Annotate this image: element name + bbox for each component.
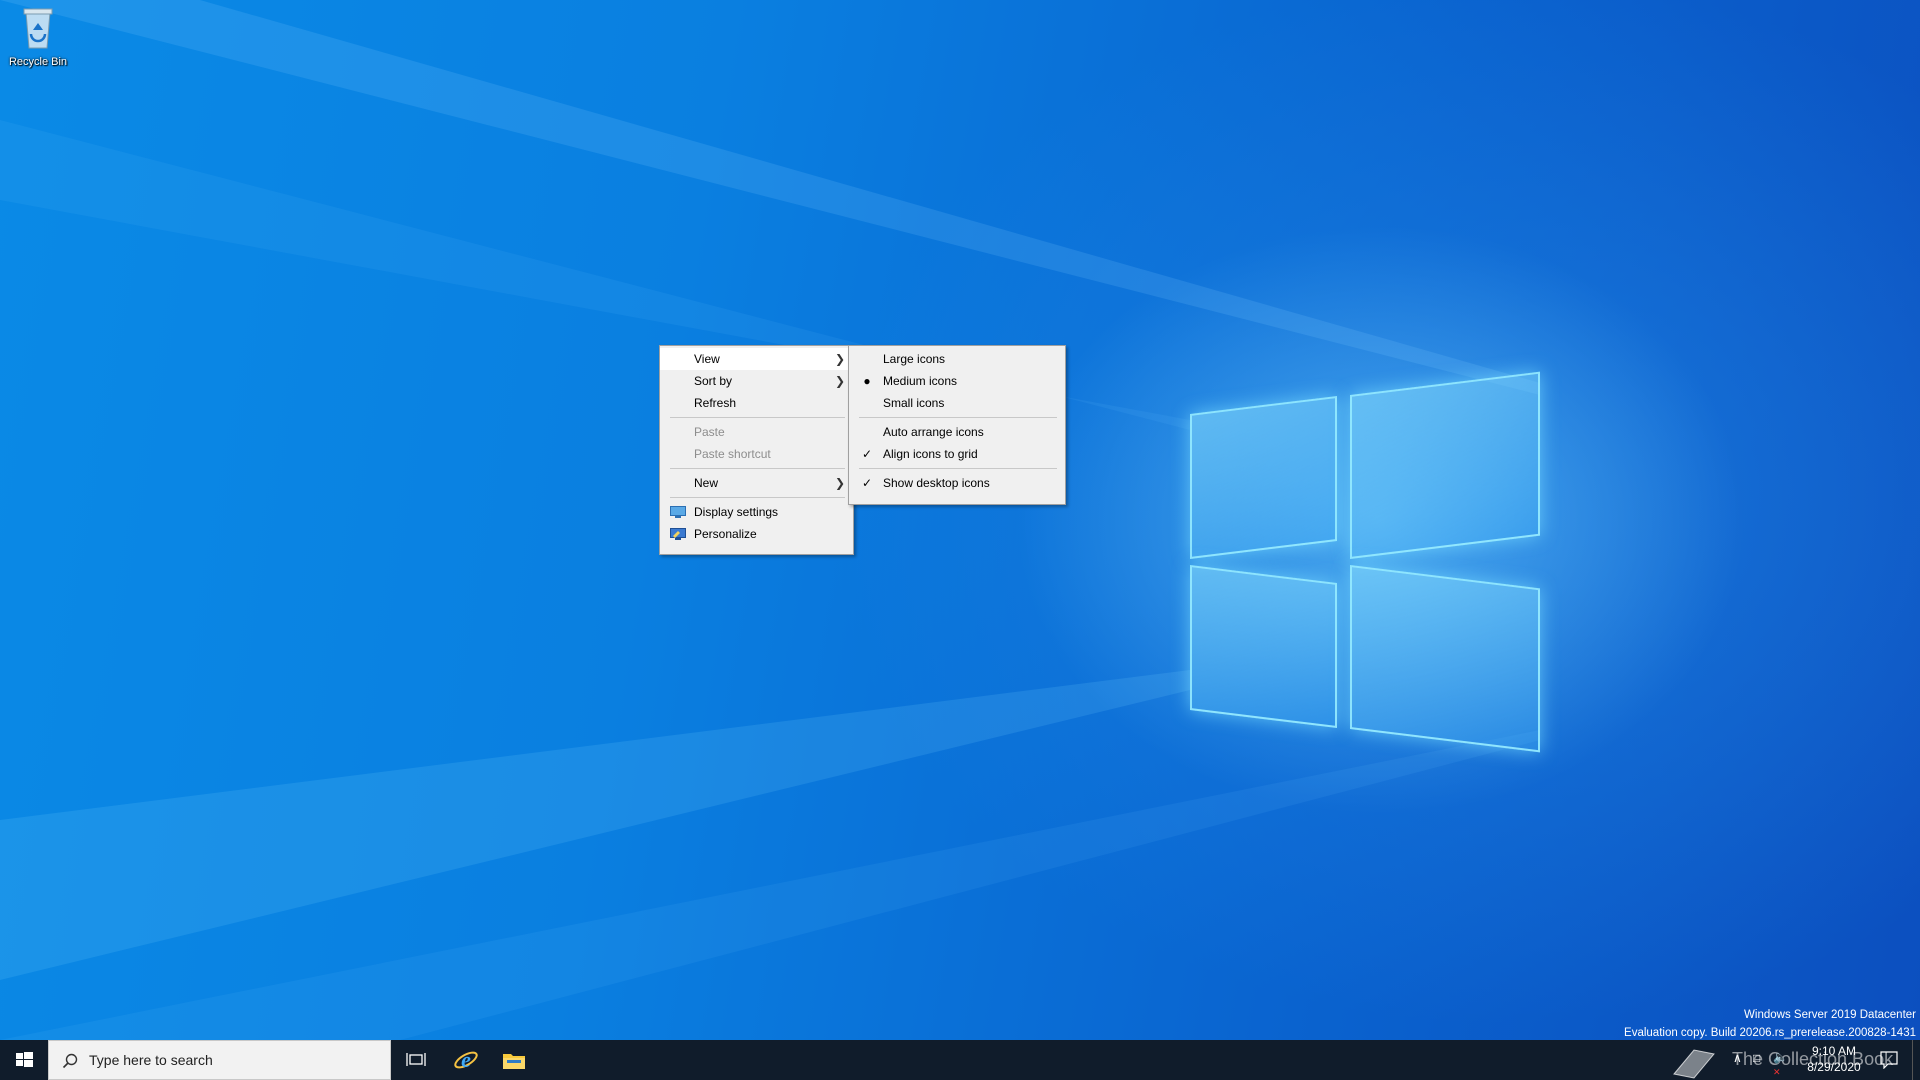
network-icon[interactable]: □ [1753,1051,1760,1065]
build-line: Evaluation copy. Build 20206.rs_prerelea… [1624,1027,1916,1039]
menu-item-label: Auto arrange icons [883,425,984,439]
book-icon [1673,1049,1715,1079]
menu-separator [670,417,845,418]
menu-separator [859,468,1057,469]
menu-item-label: Large icons [883,352,946,366]
edition-line: Windows Server 2019 Datacenter [1744,1009,1916,1021]
start-button[interactable] [0,1040,48,1080]
clock-date: 8/29/2020 [1807,1060,1861,1074]
svg-text:e: e [461,1047,471,1072]
menu-item-label: New [694,476,719,490]
recycle-bin-desktop-icon[interactable]: Recycle Bin [4,6,72,68]
clock-time: 9:10 AM [1811,1044,1857,1058]
menu-item-label: Medium icons [883,374,958,388]
search-placeholder: Type here to search [89,1052,213,1068]
edition-watermark: Windows Server 2019 Datacenter Evaluatio… [1624,1006,1916,1040]
desktop-wallpaper[interactable]: Recycle Bin View ❯ Sort by ❯ Refresh Pas… [0,0,1920,1040]
search-icon [62,1053,78,1069]
taskbar-clock[interactable]: 9:10 AM 8/29/2020 [1784,1043,1884,1075]
wallpaper-light-beams [0,0,1540,1040]
show-desktop-button[interactable] [1912,1040,1920,1080]
recycle-bin-icon [23,8,53,49]
file-explorer-icon [503,1054,525,1069]
chevron-right-icon: ❯ [834,374,845,388]
menu-item-auto-arrange-icons[interactable]: Auto arrange icons [849,421,1065,443]
menu-item-label: Paste shortcut [694,447,771,461]
menu-item-personalize[interactable]: Personalize [660,523,853,545]
menu-item-medium-icons[interactable]: ● Medium icons [849,370,1065,392]
internet-explorer-icon: e [454,1047,478,1072]
taskbar-search-box[interactable]: Type here to search [48,1040,391,1080]
checkmark-icon: ✓ [861,447,873,461]
chevron-right-icon: ❯ [834,352,845,366]
chevron-up-icon[interactable]: ∧ [1733,1051,1742,1065]
menu-item-show-desktop-icons[interactable]: ✓ Show desktop icons [849,472,1065,494]
menu-item-label: Display settings [694,505,779,519]
menu-item-display-settings[interactable]: Display settings [660,501,853,523]
menu-separator [670,497,845,498]
menu-item-align-icons-to-grid[interactable]: ✓ Align icons to grid [849,443,1065,465]
chevron-right-icon: ❯ [834,476,845,490]
menu-separator [670,468,845,469]
action-center-button[interactable] [1874,1040,1904,1080]
menu-item-label: Align icons to grid [883,447,978,461]
menu-item-large-icons[interactable]: Large icons [849,348,1065,370]
internet-explorer-button[interactable]: e [442,1040,490,1080]
menu-item-label: Personalize [694,527,757,541]
desktop-context-menu: View ❯ Sort by ❯ Refresh Paste Paste sho… [659,345,854,555]
menu-item-paste-shortcut[interactable]: Paste shortcut [660,443,853,465]
bullet-icon: ● [863,374,871,388]
display-settings-icon [670,506,686,518]
menu-item-label: Refresh [694,396,737,410]
windows-logo [1190,371,1540,753]
windows-start-icon [16,1052,33,1067]
menu-item-refresh[interactable]: Refresh [660,392,853,414]
menu-separator [859,417,1057,418]
menu-item-label: Show desktop icons [883,476,990,490]
recycle-bin-label: Recycle Bin [8,56,68,68]
menu-item-label: Paste [694,425,725,439]
personalize-icon [670,528,686,540]
menu-item-view[interactable]: View ❯ [660,348,853,370]
menu-item-label: View [694,352,720,366]
notification-icon [1880,1051,1898,1069]
checkmark-icon: ✓ [861,476,873,490]
menu-item-label: Sort by [694,374,733,388]
file-explorer-button[interactable] [490,1040,538,1080]
menu-item-small-icons[interactable]: Small icons [849,392,1065,414]
taskbar: Type here to search e The Collection Boo… [0,1040,1920,1080]
menu-item-label: Small icons [883,396,945,410]
menu-item-paste[interactable]: Paste [660,421,853,443]
task-view-button[interactable] [392,1040,440,1080]
menu-item-new[interactable]: New ❯ [660,472,853,494]
view-submenu: Large icons ● Medium icons Small icons A… [848,345,1066,505]
task-view-icon [406,1053,426,1066]
menu-item-sort-by[interactable]: Sort by ❯ [660,370,853,392]
